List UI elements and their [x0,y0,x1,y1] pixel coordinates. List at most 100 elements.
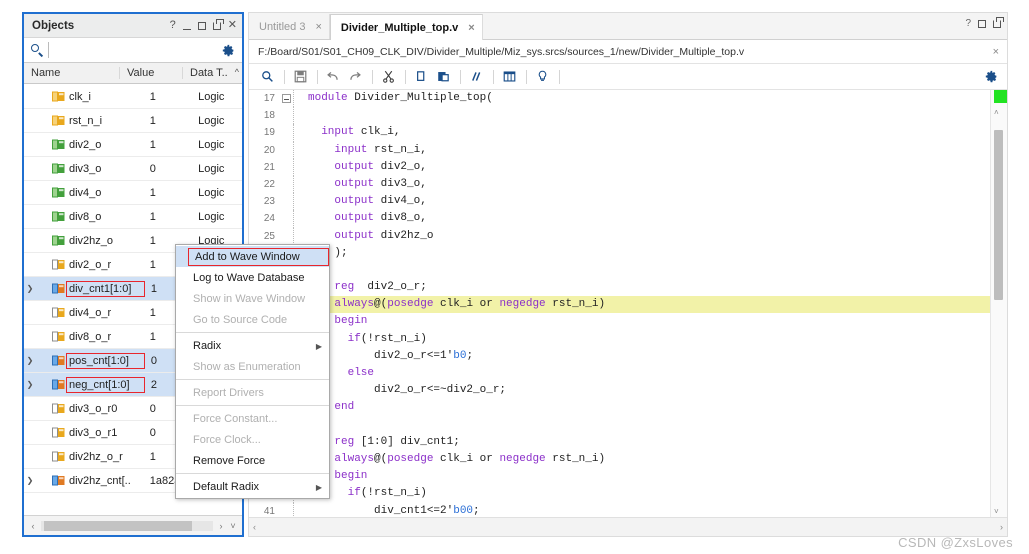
context-menu-item[interactable]: Default Radix ▶ [176,476,329,497]
code-line[interactable]: 23 output div4_o, [249,193,991,211]
fold-toggle-icon[interactable] [279,90,293,107]
code-line[interactable]: 26 ); [249,244,991,262]
redo-icon[interactable] [345,68,365,86]
expand-chevron-icon[interactable]: ❯ [24,380,36,389]
search-input[interactable] [48,42,222,58]
scroll-left-icon[interactable]: ‹ [27,521,39,531]
scroll-right-icon[interactable]: › [1000,522,1003,532]
context-menu-item[interactable]: Radix ▶ [176,335,329,356]
code-line[interactable]: 19 input clk_i, [249,124,991,142]
code-line[interactable]: 37 reg [1:0] div_cnt1; [249,433,991,451]
editor-vertical-scrollbar[interactable]: ˄ ˅ [990,90,1007,517]
object-name-cell[interactable]: div2hz_o_r [69,451,143,463]
table-row[interactable]: div4_o 1 Logic [24,181,242,205]
scroll-left-icon[interactable]: ‹ [253,522,256,532]
editor-tab[interactable]: Divider_Multiple_top.v × [329,14,483,40]
minimize-icon[interactable] [182,21,191,30]
context-menu-item[interactable]: Remove Force [176,450,329,471]
context-menu-item[interactable]: Log to Wave Database [176,267,329,288]
code-line[interactable]: 34 div2_o_r<=~div2_o_r; [249,382,991,400]
table-row[interactable]: div3_o 0 Logic [24,157,242,181]
objects-context-menu[interactable]: Add to Wave Window Log to Wave Database Sh… [175,244,330,499]
bulb-icon[interactable] [532,68,552,86]
gear-icon[interactable] [222,44,235,57]
editor-tab[interactable]: Untitled 3 × [249,14,330,39]
table-row[interactable]: div2_o 1 Logic [24,133,242,157]
close-file-icon[interactable]: × [993,46,999,58]
columns-icon[interactable] [499,68,519,86]
expand-chevron-icon[interactable]: ❯ [24,284,36,293]
expand-chevron-icon[interactable]: ❯ [24,356,36,365]
chevron-up-icon[interactable]: ^ [235,67,239,77]
code-line[interactable]: 17 module Divider_Multiple_top( [249,90,991,108]
maximize-icon[interactable] [978,19,986,28]
code-line[interactable]: 36 [249,416,991,434]
object-name-cell[interactable]: div3_o_r1 [69,427,143,439]
find-icon[interactable] [257,68,277,86]
code-line[interactable]: 30 begin [249,313,991,331]
code-editor-area[interactable]: 17 module Divider_Multiple_top(18 19 input… [249,90,1007,536]
code-line[interactable]: 27 [249,261,991,280]
help-icon[interactable]: ? [965,18,971,29]
scroll-thumb[interactable] [44,520,192,531]
undo-icon[interactable] [323,68,343,86]
close-icon[interactable]: ✕ [228,20,237,31]
code-line[interactable]: 29 always@(posedge clk_i or negedge rst_… [249,296,991,314]
paste-icon[interactable] [433,68,453,86]
code-line[interactable]: 32 div2_o_r<=1'b0; [249,347,991,365]
code-line[interactable]: 20 input rst_n_i, [249,141,991,159]
scroll-right-icon[interactable]: › [215,521,227,531]
code-line[interactable]: 40 if(!rst_n_i) [249,485,991,503]
table-row[interactable]: clk_i 1 Logic [24,85,242,109]
maximize-icon[interactable] [197,21,206,30]
column-header-name[interactable]: Name [24,67,120,79]
float-icon[interactable] [993,16,1004,28]
object-name-cell[interactable]: div8_o [69,211,143,223]
code-line[interactable]: 35 end [249,399,991,417]
object-name-cell[interactable]: div3_o_r0 [69,403,143,415]
code-line[interactable]: 41 div_cnt1<=2'b00; [249,502,991,517]
editor-horizontal-scrollbar[interactable]: ‹ › [249,517,1007,536]
context-menu-item[interactable]: Add to Wave Window [176,246,329,267]
object-name-cell[interactable]: div4_o [69,187,143,199]
column-header-data-type[interactable]: Data T.. [183,67,235,79]
code-line[interactable]: 22 output div3_o, [249,175,991,194]
objects-horizontal-scrollbar[interactable]: ‹ › ˅ [24,515,242,535]
object-name-cell[interactable]: neg_cnt[1:0] [66,376,145,393]
code-lines[interactable]: 17 module Divider_Multiple_top(18 19 input… [249,90,991,517]
object-name-cell[interactable]: rst_n_i [69,115,143,127]
object-name-cell[interactable]: div2hz_cnt[.. [69,475,143,487]
scroll-down-icon[interactable]: ˅ [994,507,999,516]
editor-settings-gear-icon[interactable] [985,70,998,86]
code-line[interactable]: 33 else [249,365,991,383]
code-line[interactable]: 24 output div8_o, [249,210,991,228]
cut-icon[interactable] [378,68,398,86]
object-name-cell[interactable]: div4_o_r [69,307,143,319]
object-name-cell[interactable]: div3_o [69,163,143,175]
code-line[interactable]: 39 begin [249,468,991,486]
scroll-down-icon[interactable]: ˅ [227,521,239,531]
close-tab-icon[interactable]: × [315,21,321,33]
code-line[interactable]: 21 output div2_o, [249,158,991,176]
table-row[interactable]: div8_o 1 Logic [24,205,242,229]
code-line[interactable]: 31 if(!rst_n_i) [249,330,991,348]
close-tab-icon[interactable]: × [468,22,474,34]
object-name-cell[interactable]: clk_i [69,91,143,103]
object-name-cell[interactable]: pos_cnt[1:0] [66,352,145,369]
object-name-cell[interactable]: div2hz_o [69,235,143,247]
object-name-cell[interactable]: div_cnt1[1:0] [66,280,145,297]
column-header-value[interactable]: Value [120,67,183,79]
object-name-cell[interactable]: div8_o_r [69,331,143,343]
object-name-cell[interactable]: div2_o [69,139,143,151]
scroll-track[interactable] [41,520,213,531]
comment-icon[interactable] [466,68,486,86]
scroll-thumb[interactable] [994,130,1003,300]
expand-chevron-icon[interactable]: ❯ [24,476,36,485]
help-icon[interactable]: ? [170,20,176,31]
table-row[interactable]: rst_n_i 1 Logic [24,109,242,133]
code-line[interactable]: 38 always@(posedge clk_i or negedge rst_… [249,450,991,469]
save-icon[interactable] [290,68,310,86]
code-line[interactable]: 25 output div2hz_o [249,227,991,245]
float-icon[interactable] [212,18,224,30]
object-name-cell[interactable]: div2_o_r [69,259,143,271]
